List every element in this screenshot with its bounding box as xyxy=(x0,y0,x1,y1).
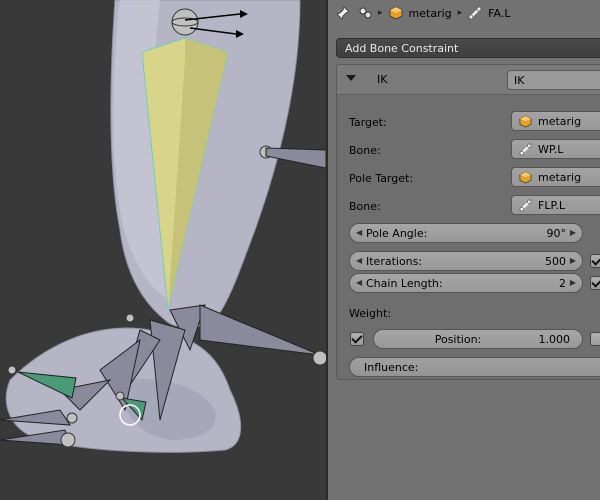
constraint-type-label: IK xyxy=(377,73,388,86)
bone-icon xyxy=(519,199,532,212)
chevron-right-icon: ▸ xyxy=(457,8,463,18)
3d-viewport[interactable] xyxy=(0,0,326,500)
armature-object-icon xyxy=(519,115,532,128)
position-value: 1.000 xyxy=(538,333,571,346)
breadcrumb-bone: FA.L xyxy=(488,6,511,20)
data-icon xyxy=(358,6,372,20)
pole-target-label: Pole Target: xyxy=(349,172,414,185)
armature-object-icon xyxy=(519,171,532,184)
chevron-down-icon[interactable] xyxy=(346,75,356,81)
pole-target-field[interactable]: metarig xyxy=(511,167,600,187)
viewport-scene xyxy=(0,0,326,453)
bone-icon xyxy=(519,143,532,156)
arrow-right-icon[interactable]: ▶ xyxy=(570,256,576,265)
properties-panel: ▸ metarig ▸ FA.L Add Bone Constraint IK … xyxy=(328,0,600,500)
ik-constraint-box: IK IK Target: metarig Bone: WP.L Pole Ta… xyxy=(336,64,600,380)
pin-icon[interactable] xyxy=(336,6,350,20)
pole-target-value: metarig xyxy=(538,171,582,184)
position-weight-slider[interactable]: Position: 1.000 xyxy=(373,329,583,349)
chain-length-field[interactable]: ◀ Chain Length: 2 ▶ xyxy=(349,273,583,293)
chain-length-value: 2 xyxy=(559,277,566,290)
arrow-left-icon[interactable]: ◀ xyxy=(356,256,362,265)
pole-bone-field[interactable]: FLP.L xyxy=(511,195,600,215)
add-bone-constraint-button[interactable]: Add Bone Constraint xyxy=(336,38,600,58)
stretch-checkbox[interactable] xyxy=(590,276,600,290)
pole-angle-label: Pole Angle: xyxy=(366,227,428,240)
bone-field[interactable]: WP.L xyxy=(511,139,600,159)
arrow-right-icon[interactable]: ▶ xyxy=(570,278,576,287)
arrow-left-icon[interactable]: ◀ xyxy=(356,228,362,237)
iterations-value: 500 xyxy=(545,255,566,268)
pole-bone-label: Bone: xyxy=(349,200,381,213)
target-label: Target: xyxy=(349,116,387,129)
bone-icon xyxy=(468,6,482,20)
pole-angle-field[interactable]: ◀ Pole Angle: 90° ▶ xyxy=(349,223,583,243)
hand-bone-2 xyxy=(199,304,321,356)
influence-slider[interactable]: Influence: xyxy=(349,357,600,377)
iterations-field[interactable]: ◀ Iterations: 500 ▶ xyxy=(349,251,583,271)
constraint-name-field[interactable]: IK xyxy=(507,70,600,90)
pole-angle-value: 90° xyxy=(546,227,567,240)
chain-length-label: Chain Length: xyxy=(366,277,443,290)
bone-joint-top xyxy=(171,8,199,36)
target-value: metarig xyxy=(538,115,582,128)
arrow-right-icon[interactable]: ▶ xyxy=(570,228,576,237)
bone-label: Bone: xyxy=(349,144,381,157)
constraint-header: IK IK xyxy=(337,65,600,95)
use-tail-checkbox[interactable] xyxy=(590,254,600,268)
iterations-label: Iterations: xyxy=(366,255,423,268)
bone-value: WP.L xyxy=(538,143,564,156)
breadcrumb: ▸ metarig ▸ FA.L xyxy=(328,0,600,26)
armature-object-icon xyxy=(389,6,403,20)
target-field[interactable]: metarig xyxy=(511,111,600,131)
weight-label: Weight: xyxy=(349,307,392,320)
arrow-left-icon[interactable]: ◀ xyxy=(356,278,362,287)
rotation-checkbox[interactable] xyxy=(590,332,600,346)
pole-bone-value: FLP.L xyxy=(538,199,566,212)
position-checkbox[interactable] xyxy=(350,332,364,346)
breadcrumb-armature: metarig xyxy=(408,6,452,20)
chevron-right-icon: ▸ xyxy=(378,8,383,18)
influence-label: Influence: xyxy=(364,361,419,374)
